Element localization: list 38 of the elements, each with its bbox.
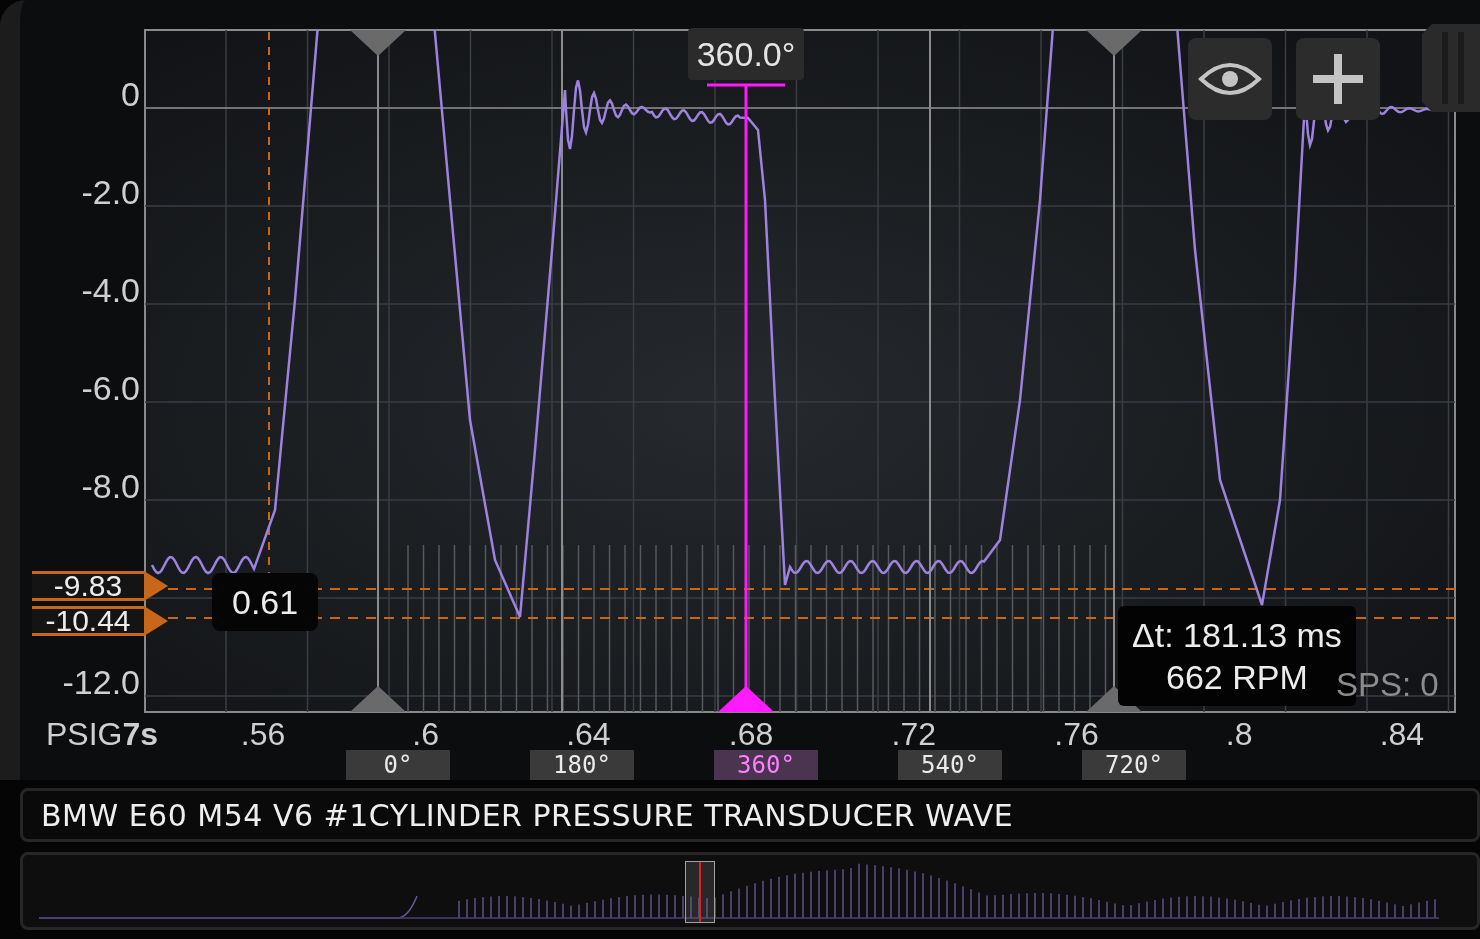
cursor-difference: 0.61 [212, 573, 319, 631]
plus-icon [1313, 54, 1363, 104]
delta-time-readout: Δt: 181.13 ms [1132, 615, 1342, 656]
level-cursor-tag[interactable]: -10.44 [32, 606, 168, 636]
marker-handle-icon[interactable] [1086, 30, 1142, 56]
y-axis-label: -4.0 [80, 270, 140, 310]
add-button[interactable] [1296, 38, 1380, 120]
phase-marker-tag[interactable]: 180° [530, 750, 634, 780]
x-axis-label: .64 [565, 716, 612, 752]
y-axis-label: -2.0 [80, 172, 140, 212]
eye-icon [1198, 61, 1262, 97]
axis-unit-label: PSIG7s [46, 716, 159, 752]
phase-readout: 360.0° [688, 28, 804, 80]
level-cursor-tag[interactable]: -9.83 [32, 571, 168, 601]
y-axis-label: 0 [120, 74, 140, 114]
sample-rate-label: SPS: 0 [1336, 665, 1439, 705]
x-axis-label: .8 [1224, 716, 1254, 752]
phase-cursor[interactable] [707, 83, 785, 712]
y-axis-label: -8.0 [80, 466, 140, 506]
panel-handle-drawing[interactable] [1422, 24, 1480, 112]
phase-marker-tag[interactable]: 360° [714, 750, 818, 780]
x-axis-label: .76 [1053, 716, 1100, 752]
rpm-readout: 662 RPM [1166, 657, 1308, 698]
x-axis-label: .84 [1378, 716, 1426, 752]
phase-marker-tag[interactable]: 540° [898, 750, 1002, 780]
y-axis-label: -6.0 [80, 368, 140, 408]
y-axis-label: -12.0 [61, 662, 140, 702]
waveform-title: BMW E60 M54 V6 #1CYLINDER PRESSURE TRANSDUCER WAVE [41, 797, 1014, 833]
x-axis-label: .68 [727, 716, 775, 752]
marker-handle-icon[interactable] [350, 686, 406, 712]
x-axis-label: .6 [411, 716, 441, 752]
viewport-handle[interactable] [685, 861, 715, 923]
visibility-button[interactable] [1188, 38, 1272, 120]
phase-marker-tag[interactable]: 720° [1082, 750, 1186, 780]
x-axis-label: .56 [239, 716, 287, 752]
marker-handle-icon[interactable] [350, 30, 406, 56]
x-axis-label: .72 [890, 716, 938, 752]
phase-marker-tag[interactable]: 0° [346, 750, 450, 780]
